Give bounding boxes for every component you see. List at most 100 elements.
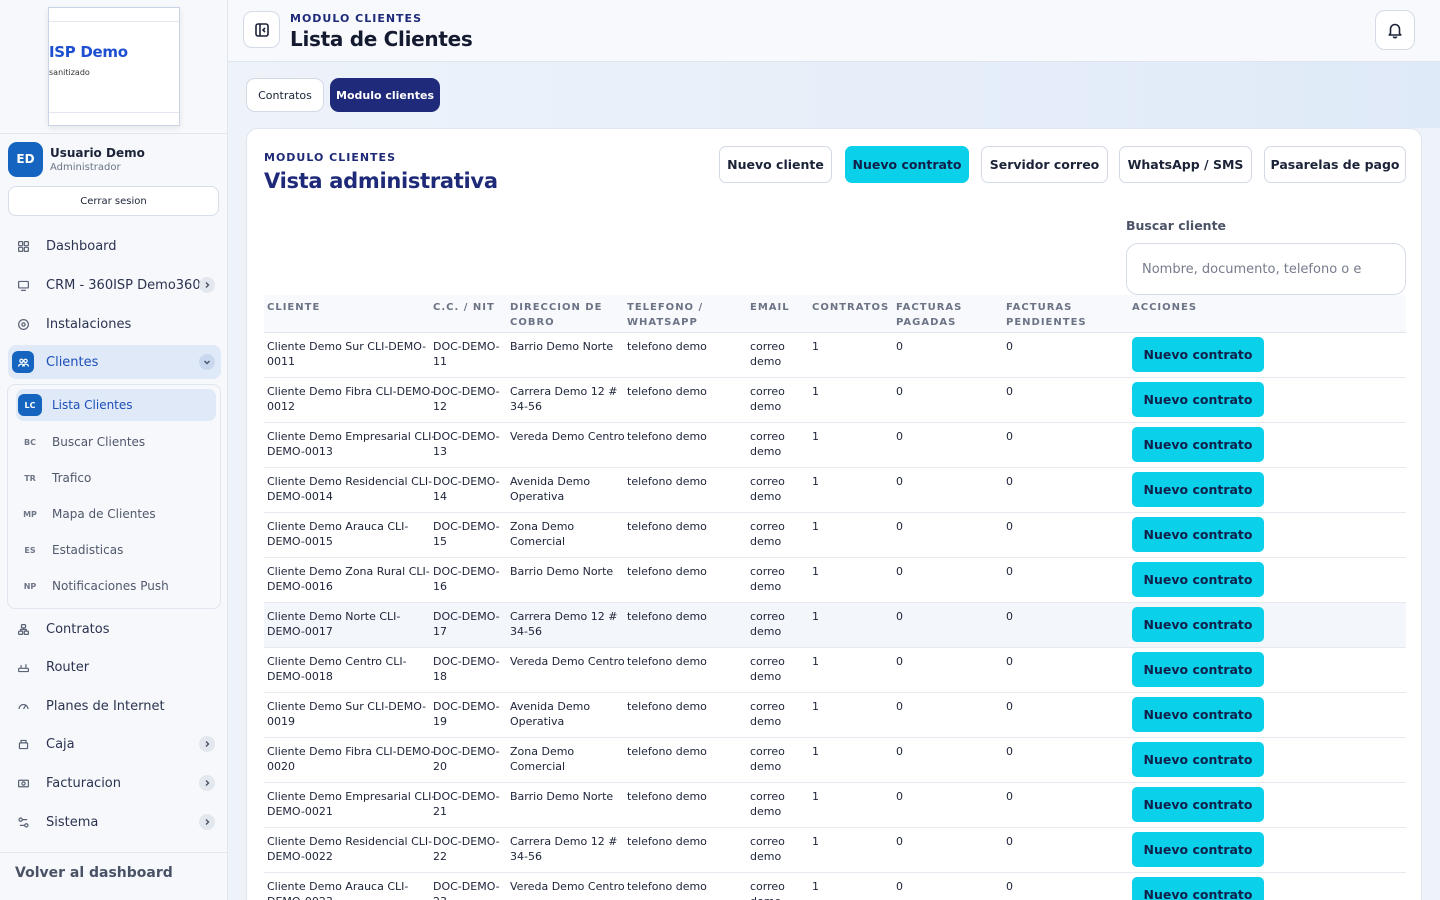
sidebar-item-label: Facturacion: [46, 775, 121, 791]
cell-nit: DOC-DEMO- 15: [433, 520, 500, 548]
chevron-right-icon[interactable]: [199, 736, 215, 752]
sidebar-toggle-icon: [254, 22, 269, 37]
brand-subtitle: sanitizado: [49, 68, 90, 77]
sidebar-item-sistema[interactable]: Sistema: [8, 805, 221, 839]
sidebar-item-router[interactable]: Router: [8, 650, 221, 684]
submenu-item-buscar-clientes[interactable]: BC Buscar Clientes: [16, 426, 216, 458]
cell-telefono: telefono demo: [627, 520, 707, 533]
sidebar-item-caja[interactable]: Caja: [8, 727, 221, 761]
cell-contratos: 1: [812, 520, 819, 533]
submenu-item-lista-clientes[interactable]: LC Lista Clientes: [16, 389, 216, 421]
row-new-contract-button[interactable]: Nuevo contrato: [1132, 742, 1264, 777]
brand-logo: ISP Demo sanitizado: [48, 7, 180, 126]
cell-contratos: 1: [812, 655, 819, 668]
billing-icon: [12, 772, 34, 794]
cell-pendientes: 0: [1006, 745, 1013, 758]
tab-modulo-clientes[interactable]: Modulo clientes: [330, 78, 440, 112]
clients-table: CLIENTE C.C. / NIT DIRECCION DE COBRO TE…: [264, 295, 1406, 900]
chevron-right-icon[interactable]: [199, 814, 215, 830]
cell-pendientes: 0: [1006, 835, 1013, 848]
cell-nit: DOC-DEMO- 11: [433, 340, 500, 368]
cell-contratos: 1: [812, 835, 819, 848]
section-title: Vista administrativa: [264, 169, 498, 193]
logout-button[interactable]: Cerrar sesion: [8, 186, 219, 216]
cell-cliente: Cliente Demo Norte CLI- DEMO-0017: [267, 610, 401, 638]
cell-nit: DOC-DEMO- 19: [433, 700, 500, 728]
sidebar-item-label: Router: [46, 659, 90, 675]
sidebar-divider: [0, 133, 227, 134]
row-new-contract-button[interactable]: Nuevo contrato: [1132, 877, 1264, 900]
sidebar-item-facturacion[interactable]: Facturacion: [8, 766, 221, 800]
row-new-contract-button[interactable]: Nuevo contrato: [1132, 472, 1264, 507]
page-title: Lista de Clientes: [290, 27, 473, 51]
mail-server-button[interactable]: Servidor correo: [981, 146, 1108, 183]
submenu-item-mapa-de-clientes[interactable]: MP Mapa de Clientes: [16, 498, 216, 530]
col-email: EMAIL: [750, 302, 790, 313]
sidebar-item-label: Planes de Internet: [46, 698, 165, 714]
search-client-input[interactable]: [1126, 243, 1406, 295]
sidebar-item-label: CRM - 360ISP Demo360: [46, 277, 201, 293]
table-row: Cliente Demo Arauca CLI- DEMO-0015 DOC-DE…: [264, 513, 1406, 558]
chevron-down-icon[interactable]: [199, 354, 215, 370]
submenu-label: Trafico: [52, 471, 92, 485]
users-icon: [12, 351, 34, 373]
row-new-contract-button[interactable]: Nuevo contrato: [1132, 787, 1264, 822]
cell-nit: DOC-DEMO- 23: [433, 880, 500, 900]
row-new-contract-button[interactable]: Nuevo contrato: [1132, 832, 1264, 867]
cell-email: correo demo: [750, 745, 785, 773]
cell-email: correo demo: [750, 790, 785, 818]
back-to-dashboard-link[interactable]: Volver al dashboard: [15, 865, 173, 881]
row-new-contract-button[interactable]: Nuevo contrato: [1132, 382, 1264, 417]
cell-telefono: telefono demo: [627, 745, 707, 758]
sidebar-item-planes-de-internet[interactable]: Planes de Internet: [8, 689, 221, 723]
cash-icon: [12, 733, 34, 755]
new-client-button[interactable]: Nuevo cliente: [719, 146, 832, 183]
chevron-right-icon[interactable]: [199, 277, 215, 293]
col-direccion: DIRECCION DE COBRO: [510, 302, 603, 328]
table-row: Cliente Demo Empresarial CLI- DEMO-0021 D…: [264, 783, 1406, 828]
submenu-item-trafico[interactable]: TR Trafico: [16, 462, 216, 494]
tab-contratos[interactable]: Contratos: [246, 78, 324, 112]
cell-contratos: 1: [812, 790, 819, 803]
row-new-contract-button[interactable]: Nuevo contrato: [1132, 562, 1264, 597]
row-new-contract-button[interactable]: Nuevo contrato: [1132, 607, 1264, 642]
dashboard-icon: [12, 235, 34, 257]
whatsapp-sms-button[interactable]: WhatsApp / SMS: [1119, 146, 1252, 183]
notifications-button[interactable]: [1375, 10, 1415, 50]
sidebar-item-clientes[interactable]: Clientes: [8, 345, 221, 379]
table-row: Cliente Demo Empresarial CLI- DEMO-0013 D…: [264, 423, 1406, 468]
cell-nit: DOC-DEMO- 12: [433, 385, 500, 413]
new-contract-button[interactable]: Nuevo contrato: [845, 146, 969, 183]
submenu-badge: TR: [24, 473, 36, 483]
sidebar-item-dashboard[interactable]: Dashboard: [8, 229, 221, 263]
sidebar-item-crm-360isp-demo360[interactable]: CRM - 360ISP Demo360: [8, 268, 221, 302]
chevron-right-icon[interactable]: [199, 775, 215, 791]
row-new-contract-button[interactable]: Nuevo contrato: [1132, 517, 1264, 552]
top-header: MODULO CLIENTES Lista de Clientes: [228, 0, 1440, 62]
row-new-contract-button[interactable]: Nuevo contrato: [1132, 697, 1264, 732]
table-row: Cliente Demo Residencial CLI- DEMO-0022 D…: [264, 828, 1406, 873]
cell-nit: DOC-DEMO- 21: [433, 790, 500, 818]
sidebar-item-instalaciones[interactable]: Instalaciones: [8, 307, 221, 341]
cell-email: correo demo: [750, 700, 785, 728]
cell-contratos: 1: [812, 430, 819, 443]
sidebar-item-contratos[interactable]: Contratos: [8, 612, 221, 646]
table-row: Cliente Demo Sur CLI-DEMO- 0011 DOC-DEMO-…: [264, 333, 1406, 378]
cell-contratos: 1: [812, 475, 819, 488]
submenu-item-notificaciones-push[interactable]: NP Notificaciones Push: [16, 570, 216, 602]
user-name: Usuario Demo: [50, 145, 145, 160]
cell-cliente: Cliente Demo Sur CLI-DEMO- 0019: [267, 700, 427, 728]
table-row: Cliente Demo Fibra CLI-DEMO- 0020 DOC-DEM…: [264, 738, 1406, 783]
submenu-item-estadisticas[interactable]: ES Estadisticas: [16, 534, 216, 566]
cell-telefono: telefono demo: [627, 565, 707, 578]
clientes-submenu: LC Lista Clientes BC Buscar Clientes TR Trafi…: [7, 384, 221, 609]
row-new-contract-button[interactable]: Nuevo contrato: [1132, 337, 1264, 372]
cell-telefono: telefono demo: [627, 700, 707, 713]
cell-nit: DOC-DEMO- 18: [433, 655, 500, 683]
cell-pagadas: 0: [896, 340, 903, 353]
payment-gateways-button[interactable]: Pasarelas de pago: [1264, 146, 1406, 183]
toggle-sidebar-button[interactable]: [243, 11, 280, 48]
row-new-contract-button[interactable]: Nuevo contrato: [1132, 427, 1264, 462]
sidebar-item-label: Caja: [46, 736, 75, 752]
row-new-contract-button[interactable]: Nuevo contrato: [1132, 652, 1264, 687]
